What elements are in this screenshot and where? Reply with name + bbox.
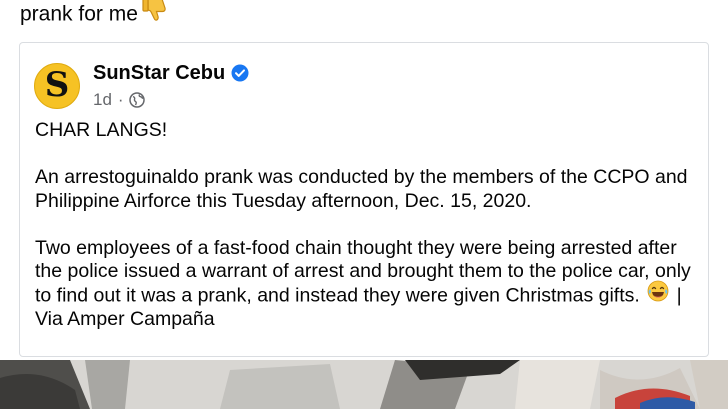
post-photo-image	[0, 360, 728, 409]
verified-badge-icon	[231, 64, 249, 82]
page-header: SunStar Cebu	[93, 61, 249, 85]
avatar[interactable]: S	[34, 63, 80, 109]
thumbs-down-icon	[142, 0, 168, 30]
post-caption: prank for me	[20, 0, 168, 30]
post-timestamp[interactable]: 1d	[93, 89, 112, 111]
meta-separator: ·	[117, 90, 124, 109]
shared-post-card[interactable]: S SunStar Cebu 1d · CHAR LANGS! An arres…	[19, 42, 709, 357]
post-meta: 1d ·	[93, 89, 145, 111]
post-paragraph-2: Two employees of a fast-food chain thoug…	[35, 237, 703, 332]
globe-icon	[128, 92, 145, 108]
laughing-tears-emoji-icon	[647, 280, 669, 309]
post-caption-text: prank for me	[20, 2, 138, 26]
post-body: CHAR LANGS! An arrestoguinaldo prank was…	[35, 119, 703, 332]
post-photo[interactable]	[0, 360, 728, 409]
post-headline: CHAR LANGS!	[35, 119, 168, 141]
page-name-link[interactable]: SunStar Cebu	[93, 61, 225, 85]
avatar-logo-letter: S	[44, 65, 70, 105]
post-paragraph-2-text: Two employees of a fast-food chain thoug…	[35, 236, 691, 306]
post-paragraph-1: An arrestoguinaldo prank was conducted b…	[35, 166, 688, 212]
